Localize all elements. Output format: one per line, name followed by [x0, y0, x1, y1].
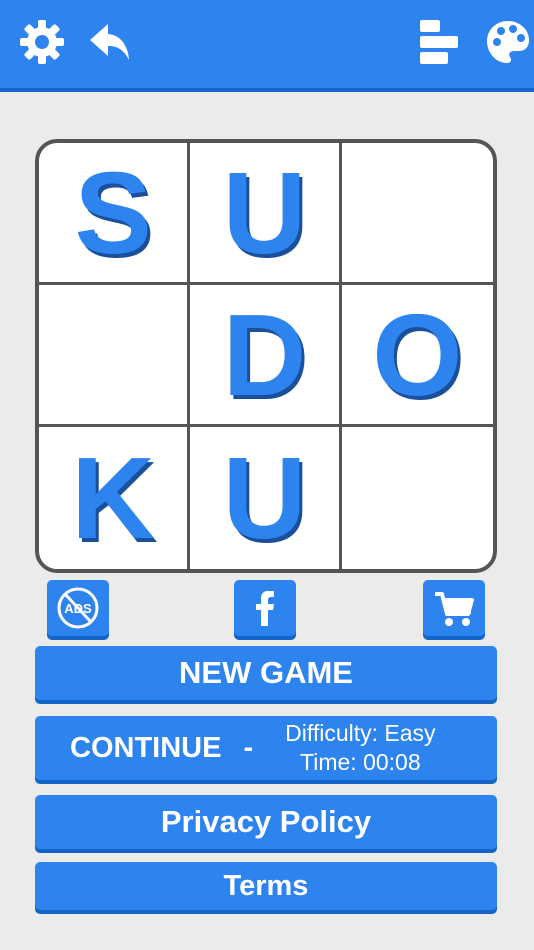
leaderboard-icon[interactable]	[416, 18, 464, 66]
palette-icon[interactable]	[484, 18, 532, 66]
terms-label: Terms	[223, 869, 309, 902]
board-cell: U	[190, 143, 342, 285]
saved-game-info: Difficulty: Easy Time: 00:08	[285, 719, 435, 777]
time-text: Time: 00:08	[300, 749, 421, 775]
board-cell: K	[39, 427, 191, 569]
privacy-policy-label: Privacy Policy	[160, 804, 372, 839]
facebook-button[interactable]	[234, 580, 296, 636]
remove-ads-button[interactable]: ADS	[47, 580, 109, 636]
continue-button[interactable]: CONTINUE - Difficulty: Easy Time: 00:08	[35, 716, 497, 780]
board-cell: S	[39, 143, 191, 285]
new-game-button[interactable]: NEW GAME	[35, 646, 497, 700]
new-game-label: NEW GAME	[179, 655, 353, 690]
difficulty-text: Difficulty: Easy	[285, 720, 436, 746]
board-cell: D	[190, 285, 342, 427]
top-bar	[0, 0, 534, 92]
shop-button[interactable]	[423, 580, 485, 636]
gear-icon[interactable]	[18, 18, 66, 66]
terms-button[interactable]: Terms	[35, 862, 497, 910]
board-cell	[341, 143, 493, 285]
continue-label: CONTINUE	[70, 731, 222, 764]
cart-icon	[435, 592, 474, 626]
continue-separator: -	[243, 731, 254, 764]
board-cell	[342, 427, 493, 569]
sudoku-logo-board: S U D O K U	[35, 139, 497, 573]
board-cell	[39, 285, 191, 427]
no-ads-icon: ADS	[57, 587, 99, 629]
board-cell: O	[341, 285, 493, 427]
undo-icon[interactable]	[86, 18, 134, 66]
board-cell: U	[190, 427, 342, 569]
facebook-icon	[256, 591, 274, 626]
privacy-policy-button[interactable]: Privacy Policy	[35, 795, 497, 849]
